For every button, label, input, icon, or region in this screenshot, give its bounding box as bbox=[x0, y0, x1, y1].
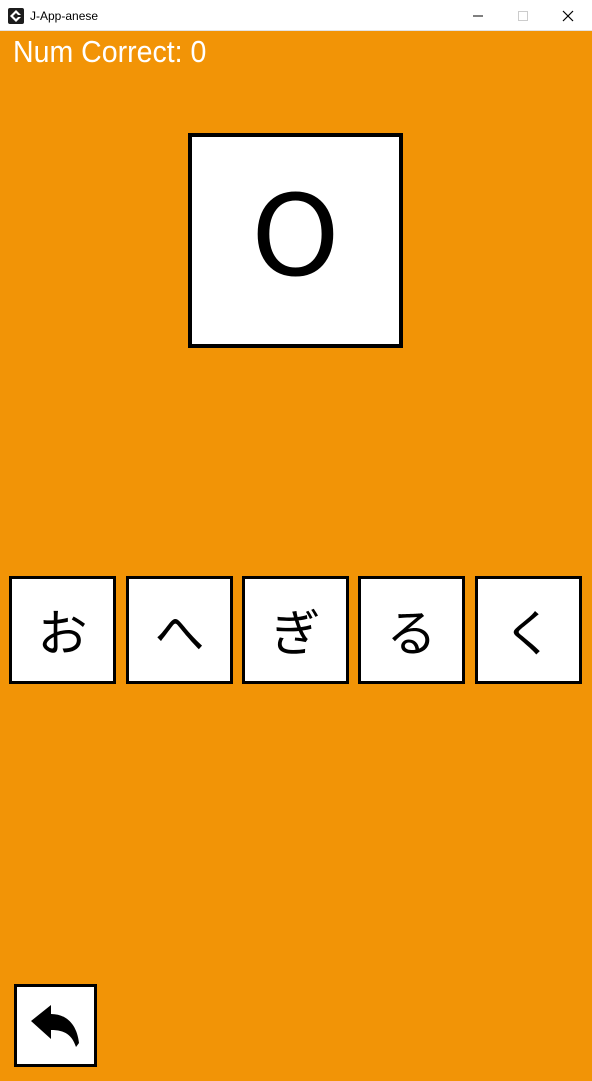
maximize-icon bbox=[518, 11, 528, 21]
close-button[interactable] bbox=[545, 0, 591, 31]
choice-button-3[interactable]: ぎ bbox=[242, 576, 349, 684]
title-bar: J-App-anese bbox=[0, 0, 592, 31]
back-arrow-icon bbox=[31, 1005, 79, 1047]
maximize-button[interactable] bbox=[500, 0, 546, 31]
minimize-icon bbox=[473, 15, 483, 17]
choice-button-1[interactable]: お bbox=[9, 576, 116, 684]
close-icon bbox=[562, 10, 574, 22]
app-icon bbox=[8, 8, 24, 24]
prompt-card: O bbox=[188, 133, 403, 348]
back-button[interactable] bbox=[14, 984, 97, 1067]
choice-button-2[interactable]: へ bbox=[126, 576, 233, 684]
prompt-romaji: O bbox=[251, 171, 340, 302]
minimize-button[interactable] bbox=[455, 0, 501, 31]
window-title: J-App-anese bbox=[30, 9, 99, 23]
choice-button-5[interactable]: く bbox=[475, 576, 582, 684]
choice-button-4[interactable]: る bbox=[358, 576, 465, 684]
score-label: Num Correct: 0 bbox=[13, 34, 207, 69]
